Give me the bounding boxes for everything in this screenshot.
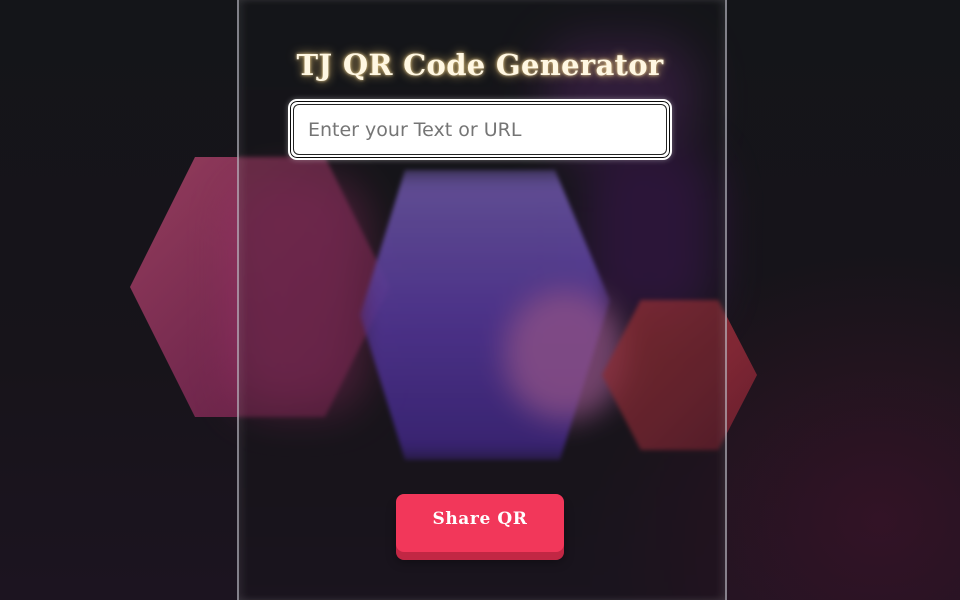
page-title: TJ QR Code Generator	[296, 48, 664, 82]
share-qr-button[interactable]: Share QR	[396, 494, 564, 552]
text-url-field	[288, 99, 672, 160]
text-url-input[interactable]	[293, 104, 667, 155]
app-background: TJ QR Code Generator Share QR	[0, 0, 960, 600]
